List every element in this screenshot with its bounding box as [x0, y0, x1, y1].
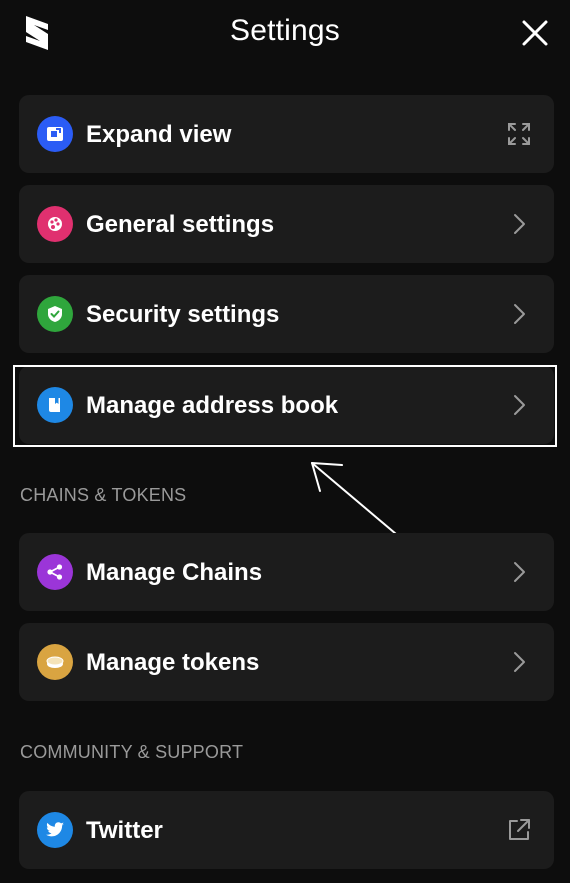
share-nodes-icon	[37, 554, 73, 590]
chevron-right-icon	[514, 304, 525, 324]
header: Settings	[0, 0, 570, 70]
manage-address-book-item[interactable]: Manage address book	[19, 366, 554, 444]
chevron-right-icon	[514, 652, 525, 672]
settings-panel: Settings Expand view General settings Se…	[0, 0, 570, 883]
item-label: Manage Chains	[86, 559, 263, 586]
manage-tokens-item[interactable]: Manage tokens	[19, 623, 554, 701]
page-title: Settings	[230, 14, 340, 47]
chevron-right-icon	[514, 214, 525, 234]
close-icon[interactable]	[520, 18, 550, 48]
shield-check-icon	[37, 296, 73, 332]
item-label: Twitter	[86, 817, 163, 844]
chevron-right-icon	[514, 395, 525, 415]
item-label: Manage tokens	[86, 649, 260, 676]
manage-chains-item[interactable]: Manage Chains	[19, 533, 554, 611]
chevron-right-icon	[514, 562, 525, 582]
security-settings-item[interactable]: Security settings	[19, 275, 554, 353]
expand-arrows-icon	[508, 123, 530, 145]
expand-view-icon	[37, 116, 73, 152]
twitter-item[interactable]: Twitter	[19, 791, 554, 869]
section-title-community-support: COMMUNITY & SUPPORT	[20, 742, 244, 762]
general-settings-item[interactable]: General settings	[19, 185, 554, 263]
expand-view-item[interactable]: Expand view	[19, 95, 554, 173]
book-icon	[37, 387, 73, 423]
section-title-chains-tokens: CHAINS & TOKENS	[20, 485, 187, 505]
item-label: General settings	[86, 211, 275, 238]
item-label: Expand view	[86, 121, 232, 148]
item-label: Manage address book	[86, 392, 339, 419]
external-link-icon	[509, 819, 530, 840]
coin-icon	[37, 644, 73, 680]
palette-icon	[37, 206, 73, 242]
item-label: Security settings	[86, 301, 280, 328]
twitter-bird-icon	[37, 812, 73, 848]
